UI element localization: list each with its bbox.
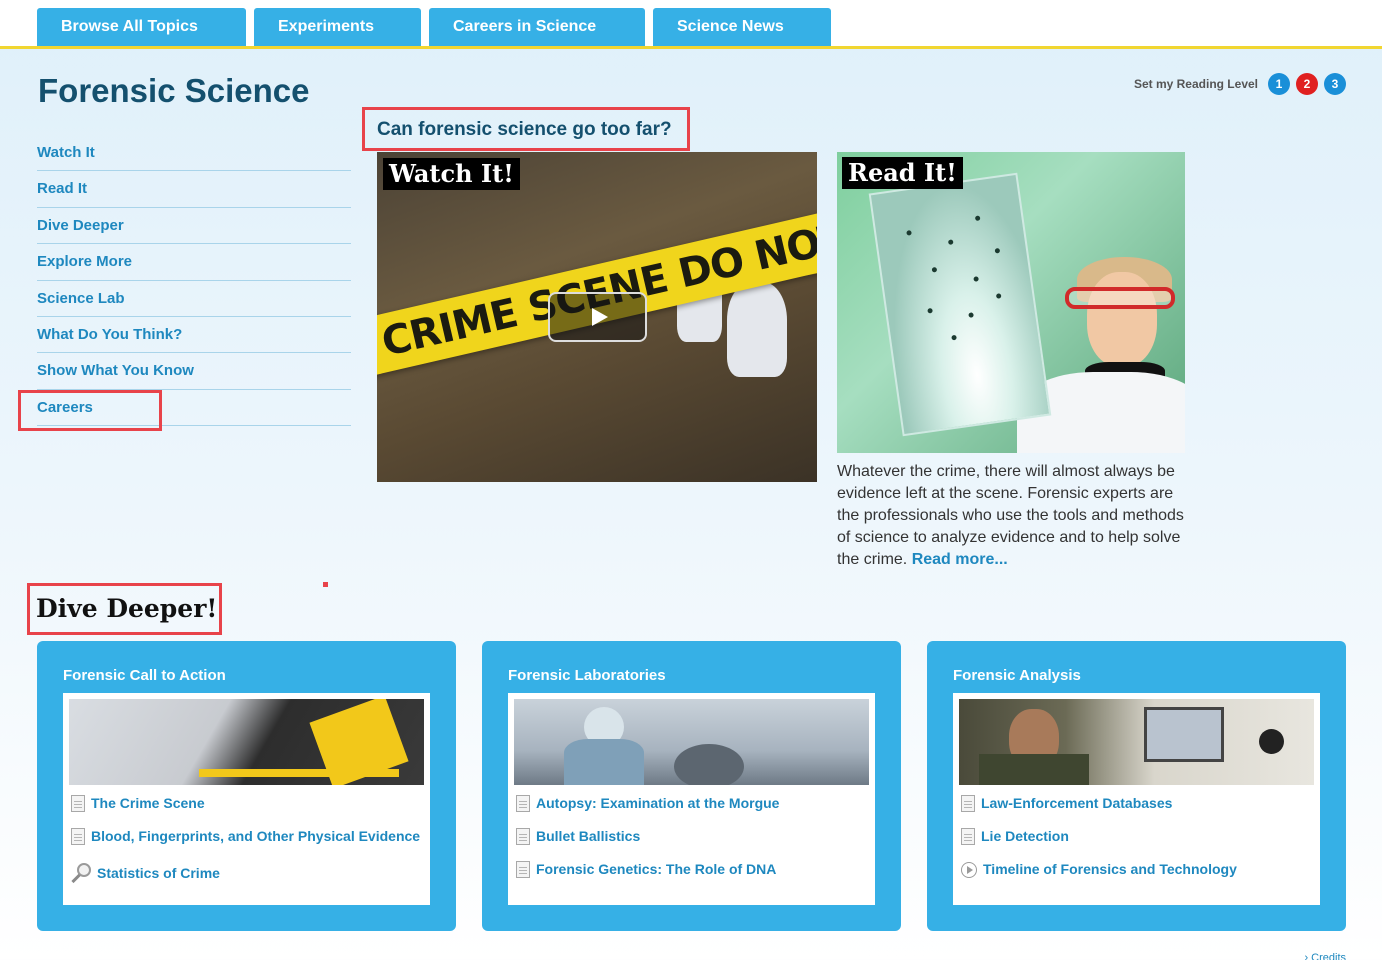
tab-careers-in-science[interactable]: Careers in Science [429, 8, 645, 46]
card-link[interactable]: Timeline of Forensics and Technology [961, 861, 1311, 878]
sidebar-item-show-what-you-know[interactable]: Show What You Know [37, 353, 351, 390]
document-icon [71, 828, 85, 845]
top-navigation: Browse All Topics Experiments Careers in… [0, 0, 1382, 49]
read-it-image[interactable]: Read It! [837, 152, 1185, 453]
document-icon [961, 795, 975, 812]
dive-deeper-highlight-box [27, 583, 222, 635]
watch-it-badge: Watch It! [383, 158, 520, 190]
play-circle-icon [961, 862, 977, 878]
question-highlight-box [362, 107, 690, 151]
card-link[interactable]: Blood, Fingerprints, and Other Physical … [71, 828, 421, 845]
evidence-ruler [199, 769, 399, 777]
tab-experiments[interactable]: Experiments [254, 8, 421, 46]
document-icon [516, 795, 530, 812]
card-body: Law-Enforcement Databases Lie Detection … [953, 693, 1320, 905]
document-icon [961, 828, 975, 845]
card-link[interactable]: Bullet Ballistics [516, 828, 866, 845]
card-body: The Crime Scene Blood, Fingerprints, and… [63, 693, 430, 905]
laboratory-thumbnail[interactable] [514, 699, 869, 785]
card-link-label: Autopsy: Examination at the Morgue [536, 795, 780, 811]
read-more-link[interactable]: Read more... [912, 551, 1008, 568]
card-link-label: Lie Detection [981, 828, 1069, 844]
crime-scene-thumbnail[interactable] [69, 699, 424, 785]
card-forensic-call-to-action: Forensic Call to Action The Crime Scene … [37, 641, 456, 931]
sidebar-item-what-do-you-think[interactable]: What Do You Think? [37, 317, 351, 354]
credits-link[interactable]: › Credits [1304, 952, 1346, 960]
video-play-button[interactable] [548, 292, 647, 342]
card-link-label: Timeline of Forensics and Technology [983, 861, 1237, 877]
card-link[interactable]: The Crime Scene [71, 795, 421, 812]
card-link[interactable]: Forensic Genetics: The Role of DNA [516, 861, 866, 878]
careers-highlight-box [18, 390, 162, 431]
card-link-label: Law-Enforcement Databases [981, 795, 1173, 811]
watch-it-video[interactable]: CRIME SCENE DO NOT ENTER Watch It! [377, 152, 817, 482]
reading-level-selector: Set my Reading Level 1 2 3 [1134, 73, 1346, 95]
sidebar-item-science-lab[interactable]: Science Lab [37, 281, 351, 317]
observer-head [674, 744, 744, 785]
card-forensic-laboratories: Forensic Laboratories Autopsy: Examinati… [482, 641, 901, 931]
sidebar-nav: Watch It Read It Dive Deeper Explore Mor… [37, 135, 351, 427]
reading-level-2-button[interactable]: 2 [1296, 73, 1318, 95]
reading-level-1-button[interactable]: 1 [1268, 73, 1290, 95]
card-link[interactable]: Law-Enforcement Databases [961, 795, 1311, 812]
sidebar-item-read-it[interactable]: Read It [37, 171, 351, 208]
surgeon-gown [564, 739, 644, 785]
card-link[interactable]: Statistics of Crime [69, 863, 421, 885]
officer-uniform [979, 754, 1089, 785]
card-link-label: Blood, Fingerprints, and Other Physical … [91, 828, 421, 844]
feature-description: Whatever the crime, there will almost al… [837, 461, 1189, 571]
camera [1259, 729, 1284, 754]
document-icon [516, 828, 530, 845]
reading-level-3-button[interactable]: 3 [1324, 73, 1346, 95]
nav-underline [0, 46, 1382, 49]
feature-description-text: Whatever the crime, there will almost al… [837, 463, 1184, 568]
card-title: Forensic Analysis [953, 667, 1081, 684]
tab-science-news[interactable]: Science News [653, 8, 831, 46]
card-body: Autopsy: Examination at the Morgue Bulle… [508, 693, 875, 905]
safety-goggles [1065, 287, 1175, 309]
sidebar-item-dive-deeper[interactable]: Dive Deeper [37, 208, 351, 245]
analysis-thumbnail[interactable] [959, 699, 1314, 785]
reading-level-label: Set my Reading Level [1133, 77, 1258, 91]
computer-monitor [1144, 707, 1224, 762]
card-link[interactable]: Autopsy: Examination at the Morgue [516, 795, 866, 812]
document-icon [516, 861, 530, 878]
card-link-label: The Crime Scene [91, 795, 205, 811]
sidebar-item-explore-more[interactable]: Explore More [37, 244, 351, 281]
document-icon [71, 795, 85, 812]
card-link-label: Statistics of Crime [97, 865, 220, 881]
magnifier-icon [69, 863, 91, 885]
sidebar-item-watch-it[interactable]: Watch It [37, 135, 351, 172]
play-icon [591, 308, 608, 326]
annotation-dot [323, 582, 328, 587]
card-title: Forensic Laboratories [508, 667, 666, 684]
card-forensic-analysis: Forensic Analysis Law-Enforcement Databa… [927, 641, 1346, 931]
read-it-badge: Read It! [842, 157, 963, 189]
card-link-label: Forensic Genetics: The Role of DNA [536, 861, 777, 877]
evidence-plate [868, 172, 1052, 437]
tab-browse-all-topics[interactable]: Browse All Topics [37, 8, 246, 46]
card-link-label: Bullet Ballistics [536, 828, 641, 844]
investigator-figure [727, 282, 787, 377]
card-link[interactable]: Lie Detection [961, 828, 1311, 845]
page-title: Forensic Science [38, 72, 310, 109]
card-title: Forensic Call to Action [63, 667, 226, 684]
